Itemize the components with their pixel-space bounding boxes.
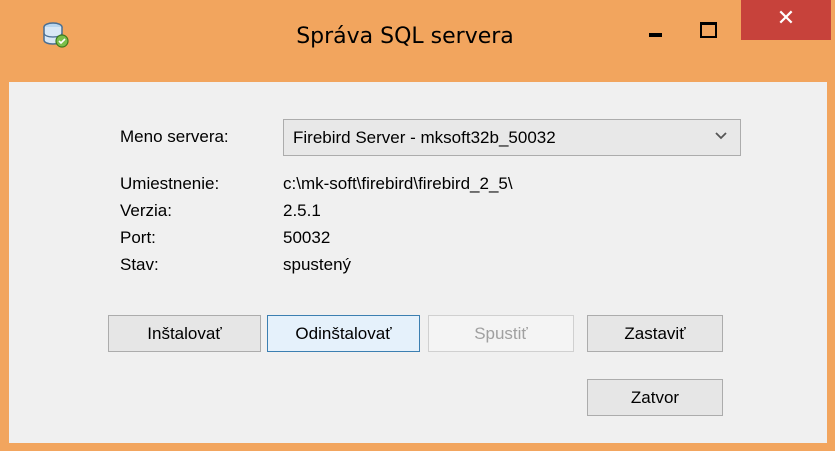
chevron-down-icon xyxy=(714,128,728,146)
port-label: Port: xyxy=(120,228,156,247)
dialog-window: Správa SQL servera ✕ Meno servera: Fireb… xyxy=(0,0,835,451)
database-app-icon[interactable] xyxy=(40,20,70,50)
window-title: Správa SQL servera xyxy=(296,24,514,49)
dialog-content: Meno servera: Firebird Server - mksoft32… xyxy=(9,82,827,443)
close-button[interactable]: Zatvor xyxy=(587,379,723,416)
maximize-icon xyxy=(700,22,717,38)
server-select-value: Firebird Server - mksoft32b_50032 xyxy=(293,128,556,147)
location-label: Umiestnenie: xyxy=(120,174,220,193)
server-select[interactable]: Firebird Server - mksoft32b_50032 xyxy=(283,119,741,156)
status-value: spustený xyxy=(283,255,352,274)
close-icon: ✕ xyxy=(776,6,796,31)
minimize-button[interactable] xyxy=(632,8,680,48)
status-label: Stav: xyxy=(120,255,159,274)
maximize-button[interactable] xyxy=(684,8,732,48)
version-label: Verzia: xyxy=(120,201,172,220)
version-value: 2.5.1 xyxy=(283,201,321,220)
close-window-button[interactable]: ✕ xyxy=(741,0,831,40)
install-button[interactable]: Inštalovať xyxy=(108,315,261,352)
start-button[interactable]: Spustiť xyxy=(428,315,574,352)
minimize-icon xyxy=(649,33,662,37)
location-value: c:\mk-soft\firebird\firebird_2_5\ xyxy=(283,174,513,193)
uninstall-button[interactable]: Odinštalovať xyxy=(267,315,420,352)
title-bar[interactable]: Správa SQL servera ✕ xyxy=(0,0,835,82)
stop-button[interactable]: Zastaviť xyxy=(587,315,723,352)
server-name-label: Meno servera: xyxy=(120,127,229,146)
port-value: 50032 xyxy=(283,228,331,247)
